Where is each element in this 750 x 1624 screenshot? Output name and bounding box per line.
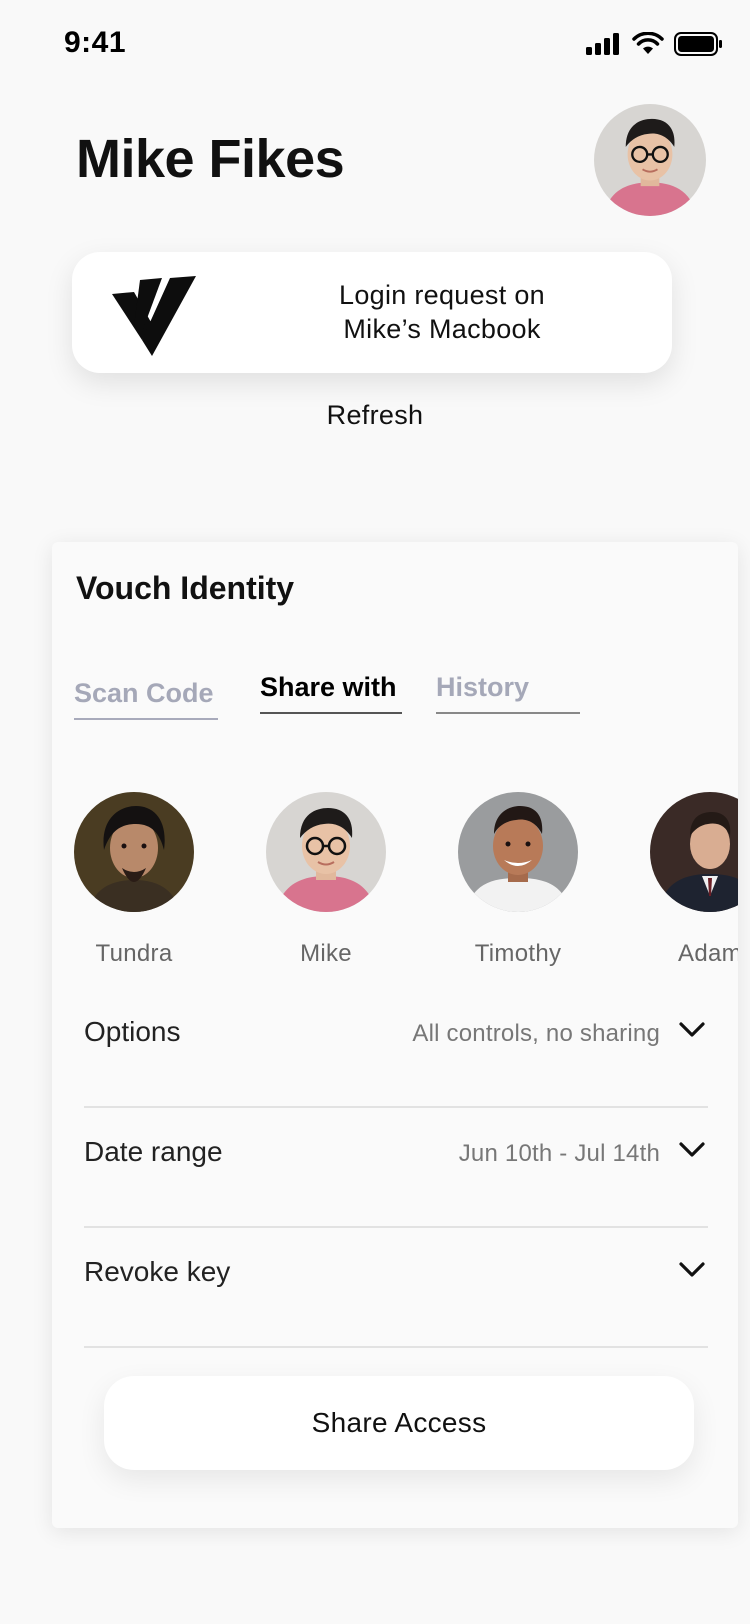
tab-scan-code[interactable]: Scan Code xyxy=(74,678,218,720)
user-name: Mike Fikes xyxy=(76,129,345,189)
revoke-key-row[interactable]: Revoke key xyxy=(84,1226,708,1348)
status-time: 9:41 xyxy=(64,26,127,59)
login-request-card[interactable]: Login request on Mike’s Macbook xyxy=(72,252,672,373)
chevron-down-icon xyxy=(679,1142,705,1157)
battery-icon xyxy=(674,32,722,56)
tab-share-with-label: Share with xyxy=(260,672,397,702)
tab-share-with[interactable]: Share with xyxy=(260,672,402,714)
panel-title: Vouch Identity xyxy=(76,570,295,606)
cellular-signal-icon xyxy=(586,33,619,55)
tab-history-label: History xyxy=(436,672,530,702)
contact-adam[interactable]: Adam xyxy=(630,792,738,968)
tab-history[interactable]: History xyxy=(436,672,580,714)
date-range-row[interactable]: Date range Jun 10th - Jul 14th xyxy=(84,1106,708,1228)
contact-avatar xyxy=(650,792,738,912)
avatar-mike-image xyxy=(594,104,706,216)
contact-timothy[interactable]: Timothy xyxy=(438,792,598,968)
tab-share-with-underline xyxy=(260,712,402,714)
share-access-button[interactable]: Share Access xyxy=(104,1376,694,1470)
contact-tundra[interactable]: Tundra xyxy=(54,792,214,968)
status-icons xyxy=(586,32,722,56)
avatar-mike-image xyxy=(266,792,386,912)
contact-name: Timothy xyxy=(474,940,562,967)
chevron-down-icon xyxy=(679,1262,705,1277)
options-value: All controls, no sharing xyxy=(412,1020,660,1047)
profile-avatar[interactable] xyxy=(594,104,706,216)
vouch-identity-panel: Vouch Identity Scan Code Share with Hist… xyxy=(52,542,738,1528)
tab-scan-code-label: Scan Code xyxy=(74,678,214,708)
revoke-key-label: Revoke key xyxy=(84,1256,231,1287)
tab-history-underline xyxy=(436,712,580,714)
options-label: Options xyxy=(84,1016,181,1047)
contact-mike[interactable]: Mike xyxy=(246,792,406,968)
wifi-icon xyxy=(632,32,664,54)
login-request-device: Mike’s Macbook xyxy=(343,314,541,344)
contact-avatar xyxy=(266,792,386,912)
date-range-value: Jun 10th - Jul 14th xyxy=(458,1140,660,1167)
contact-name: Adam xyxy=(678,940,738,967)
contact-name: Tundra xyxy=(95,940,173,967)
date-range-label: Date range xyxy=(84,1136,223,1167)
avatar-timothy-image xyxy=(458,792,578,912)
login-request-text: Login request on Mike’s Macbook xyxy=(242,278,642,346)
chevron-down-icon xyxy=(679,1022,705,1037)
avatar-adam-image xyxy=(650,792,738,912)
contact-avatar xyxy=(458,792,578,912)
contact-name: Mike xyxy=(300,940,352,967)
options-row[interactable]: Options All controls, no sharing xyxy=(84,986,708,1108)
tab-scan-code-underline xyxy=(74,718,218,720)
refresh-link[interactable]: Refresh xyxy=(0,400,750,431)
vouch-logo-icon xyxy=(112,276,196,356)
avatar-tundra-image xyxy=(74,792,194,912)
contact-avatar xyxy=(74,792,194,912)
login-request-line1: Login request on xyxy=(339,280,545,310)
